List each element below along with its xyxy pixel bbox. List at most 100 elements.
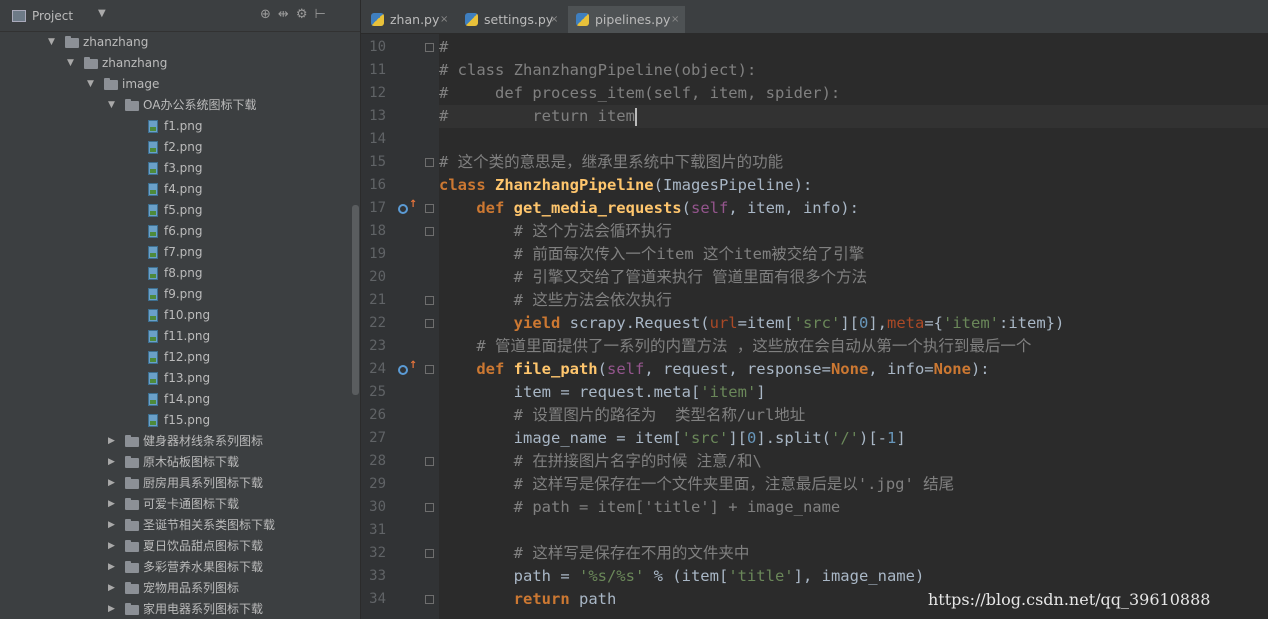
close-icon[interactable]: × (440, 6, 448, 33)
tree-folder-item[interactable]: ▶ 可爱卡通图标下载 (0, 494, 350, 515)
tree-folder-item[interactable]: ▶ 圣诞节相关系类图标下载 (0, 515, 350, 536)
code-token: :item}) (999, 314, 1065, 332)
close-icon[interactable]: × (550, 6, 558, 33)
project-panel-header[interactable]: Project ▼ ⊕ ⇹ ⚙ ⊢ (0, 0, 360, 32)
hide-panel-icon[interactable]: ⊢ (314, 7, 325, 22)
code-line[interactable]: # 这些方法会依次执行 (439, 289, 1268, 312)
tree-folder-item[interactable]: ▼ image (0, 74, 350, 95)
collapse-all-icon[interactable]: ⇹ (278, 7, 289, 22)
tree-file-item[interactable]: f15.png (0, 410, 350, 431)
expand-arrow-icon[interactable]: ▼ (67, 53, 74, 74)
code-token: # 前面每次传入一个item 这个item被交给了引擎 (513, 245, 865, 263)
fold-marker-icon[interactable] (425, 319, 434, 328)
code-line[interactable] (439, 128, 1268, 151)
tree-file-item[interactable]: f10.png (0, 305, 350, 326)
code-editor[interactable]: 1011121314151617181920212223242526272829… (361, 34, 1268, 619)
code-line[interactable]: # 这样写是保存在一个文件夹里面，注意最后是以'.jpg' 结尾 (439, 473, 1268, 496)
gear-icon[interactable]: ⚙ (296, 7, 308, 22)
tree-file-item[interactable]: f12.png (0, 347, 350, 368)
fold-marker-icon[interactable] (425, 158, 434, 167)
code-token: ], image_name) (793, 567, 925, 585)
code-token: def (476, 360, 514, 378)
code-line[interactable]: def file_path(self, request, response=No… (439, 358, 1268, 381)
code-line[interactable]: # 这个类的意思是，继承里系统中下载图片的功能 (439, 151, 1268, 174)
tree-item-label: 家用电器系列图标下载 (143, 602, 264, 616)
overrides-method-icon[interactable] (398, 199, 417, 214)
code-area[interactable]: # # class ZhanzhangPipeline(object): # def… (439, 34, 1268, 619)
fold-marker-icon[interactable] (425, 595, 434, 604)
tree-folder-item[interactable]: ▶ 家用电器系列图标下载 (0, 599, 350, 619)
tab-settings-py[interactable]: settings.py × (457, 6, 565, 33)
expand-arrow-icon[interactable]: ▼ (108, 95, 115, 116)
collapse-arrow-icon[interactable]: ▶ (108, 557, 115, 578)
expand-arrow-icon[interactable]: ▼ (48, 32, 55, 53)
chevron-down-icon[interactable]: ▼ (98, 8, 106, 19)
code-line[interactable]: # def process_item(self, item, spider): (439, 82, 1268, 105)
tree-folder-item[interactable]: ▼ zhanzhang (0, 32, 350, 53)
tree-file-item[interactable]: f14.png (0, 389, 350, 410)
fold-marker-icon[interactable] (425, 365, 434, 374)
tree-folder-item[interactable]: ▶ 原木砧板图标下载 (0, 452, 350, 473)
tree-file-item[interactable]: f9.png (0, 284, 350, 305)
code-line[interactable]: # 管道里面提供了一系列的内置方法 ，这些放在会自动从第一个执行到最后一个 (439, 335, 1268, 358)
collapse-arrow-icon[interactable]: ▶ (108, 578, 115, 599)
code-line[interactable]: class ZhanzhangPipeline(ImagesPipeline): (439, 174, 1268, 197)
tree-folder-item[interactable]: ▶ 健身器材线条系列图标 (0, 431, 350, 452)
code-line[interactable]: def get_media_requests(self, item, info)… (439, 197, 1268, 220)
code-line[interactable]: # 前面每次传入一个item 这个item被交给了引擎 (439, 243, 1268, 266)
tree-folder-item[interactable]: ▶ 宠物用品系列图标 (0, 578, 350, 599)
code-line[interactable]: image_name = item['src'][0].split('/')[-… (439, 427, 1268, 450)
collapse-arrow-icon[interactable]: ▶ (108, 494, 115, 515)
collapse-arrow-icon[interactable]: ▶ (108, 536, 115, 557)
fold-marker-icon[interactable] (425, 227, 434, 236)
code-line[interactable]: # 在拼接图片名字的时候 注意/和\ (439, 450, 1268, 473)
code-line[interactable]: item = request.meta['item'] (439, 381, 1268, 404)
code-line[interactable]: # return item (439, 105, 1268, 128)
collapse-arrow-icon[interactable]: ▶ (108, 431, 115, 452)
tree-file-item[interactable]: f6.png (0, 221, 350, 242)
tree-file-item[interactable]: f8.png (0, 263, 350, 284)
code-line[interactable]: # 设置图片的路径为 类型名称/url地址 (439, 404, 1268, 427)
fold-marker-icon[interactable] (425, 296, 434, 305)
tree-file-item[interactable]: f11.png (0, 326, 350, 347)
fold-marker-icon[interactable] (425, 43, 434, 52)
code-line[interactable]: path = '%s/%s' % (item['title'], image_n… (439, 565, 1268, 588)
overrides-method-icon[interactable] (398, 360, 417, 375)
collapse-arrow-icon[interactable]: ▶ (108, 452, 115, 473)
close-icon[interactable]: × (671, 6, 679, 33)
collapse-arrow-icon[interactable]: ▶ (108, 473, 115, 494)
tree-folder-item[interactable]: ▼ OA办公系统图标下载 (0, 95, 350, 116)
fold-marker-icon[interactable] (425, 204, 434, 213)
collapse-arrow-icon[interactable]: ▶ (108, 599, 115, 619)
project-tree-scrollbar[interactable] (352, 205, 359, 395)
code-line[interactable]: # path = item['title'] + image_name (439, 496, 1268, 519)
tree-folder-item[interactable]: ▶ 夏日饮品甜点图标下载 (0, 536, 350, 557)
image-file-icon (148, 183, 158, 196)
expand-arrow-icon[interactable]: ▼ (87, 74, 94, 95)
tree-folder-item[interactable]: ▶ 多彩营养水果图标下载 (0, 557, 350, 578)
tree-file-item[interactable]: f2.png (0, 137, 350, 158)
code-line[interactable] (439, 519, 1268, 542)
scroll-from-source-icon[interactable]: ⊕ (260, 7, 271, 22)
collapse-arrow-icon[interactable]: ▶ (108, 515, 115, 536)
tree-file-item[interactable]: f4.png (0, 179, 350, 200)
fold-marker-icon[interactable] (425, 457, 434, 466)
tree-folder-item[interactable]: ▼ zhanzhang (0, 53, 350, 74)
tree-file-item[interactable]: f7.png (0, 242, 350, 263)
tab-zhan-py[interactable]: zhan.py × (363, 6, 455, 33)
tab-pipelines-py[interactable]: pipelines.py × (568, 6, 685, 33)
fold-marker-icon[interactable] (425, 503, 434, 512)
code-line[interactable]: # 引擎又交给了管道来执行 管道里面有很多个方法 (439, 266, 1268, 289)
code-line[interactable]: # class ZhanzhangPipeline(object): (439, 59, 1268, 82)
tree-folder-item[interactable]: ▶ 厨房用具系列图标下载 (0, 473, 350, 494)
code-line[interactable]: # 这样写是保存在不用的文件夹中 (439, 542, 1268, 565)
fold-marker-icon[interactable] (425, 549, 434, 558)
code-line[interactable]: yield scrapy.Request(url=item['src'][0],… (439, 312, 1268, 335)
tree-file-item[interactable]: f1.png (0, 116, 350, 137)
tree-file-item[interactable]: f3.png (0, 158, 350, 179)
code-line[interactable]: # 这个方法会循环执行 (439, 220, 1268, 243)
tree-file-item[interactable]: f5.png (0, 200, 350, 221)
tree-file-item[interactable]: f13.png (0, 368, 350, 389)
code-line[interactable]: # (439, 36, 1268, 59)
